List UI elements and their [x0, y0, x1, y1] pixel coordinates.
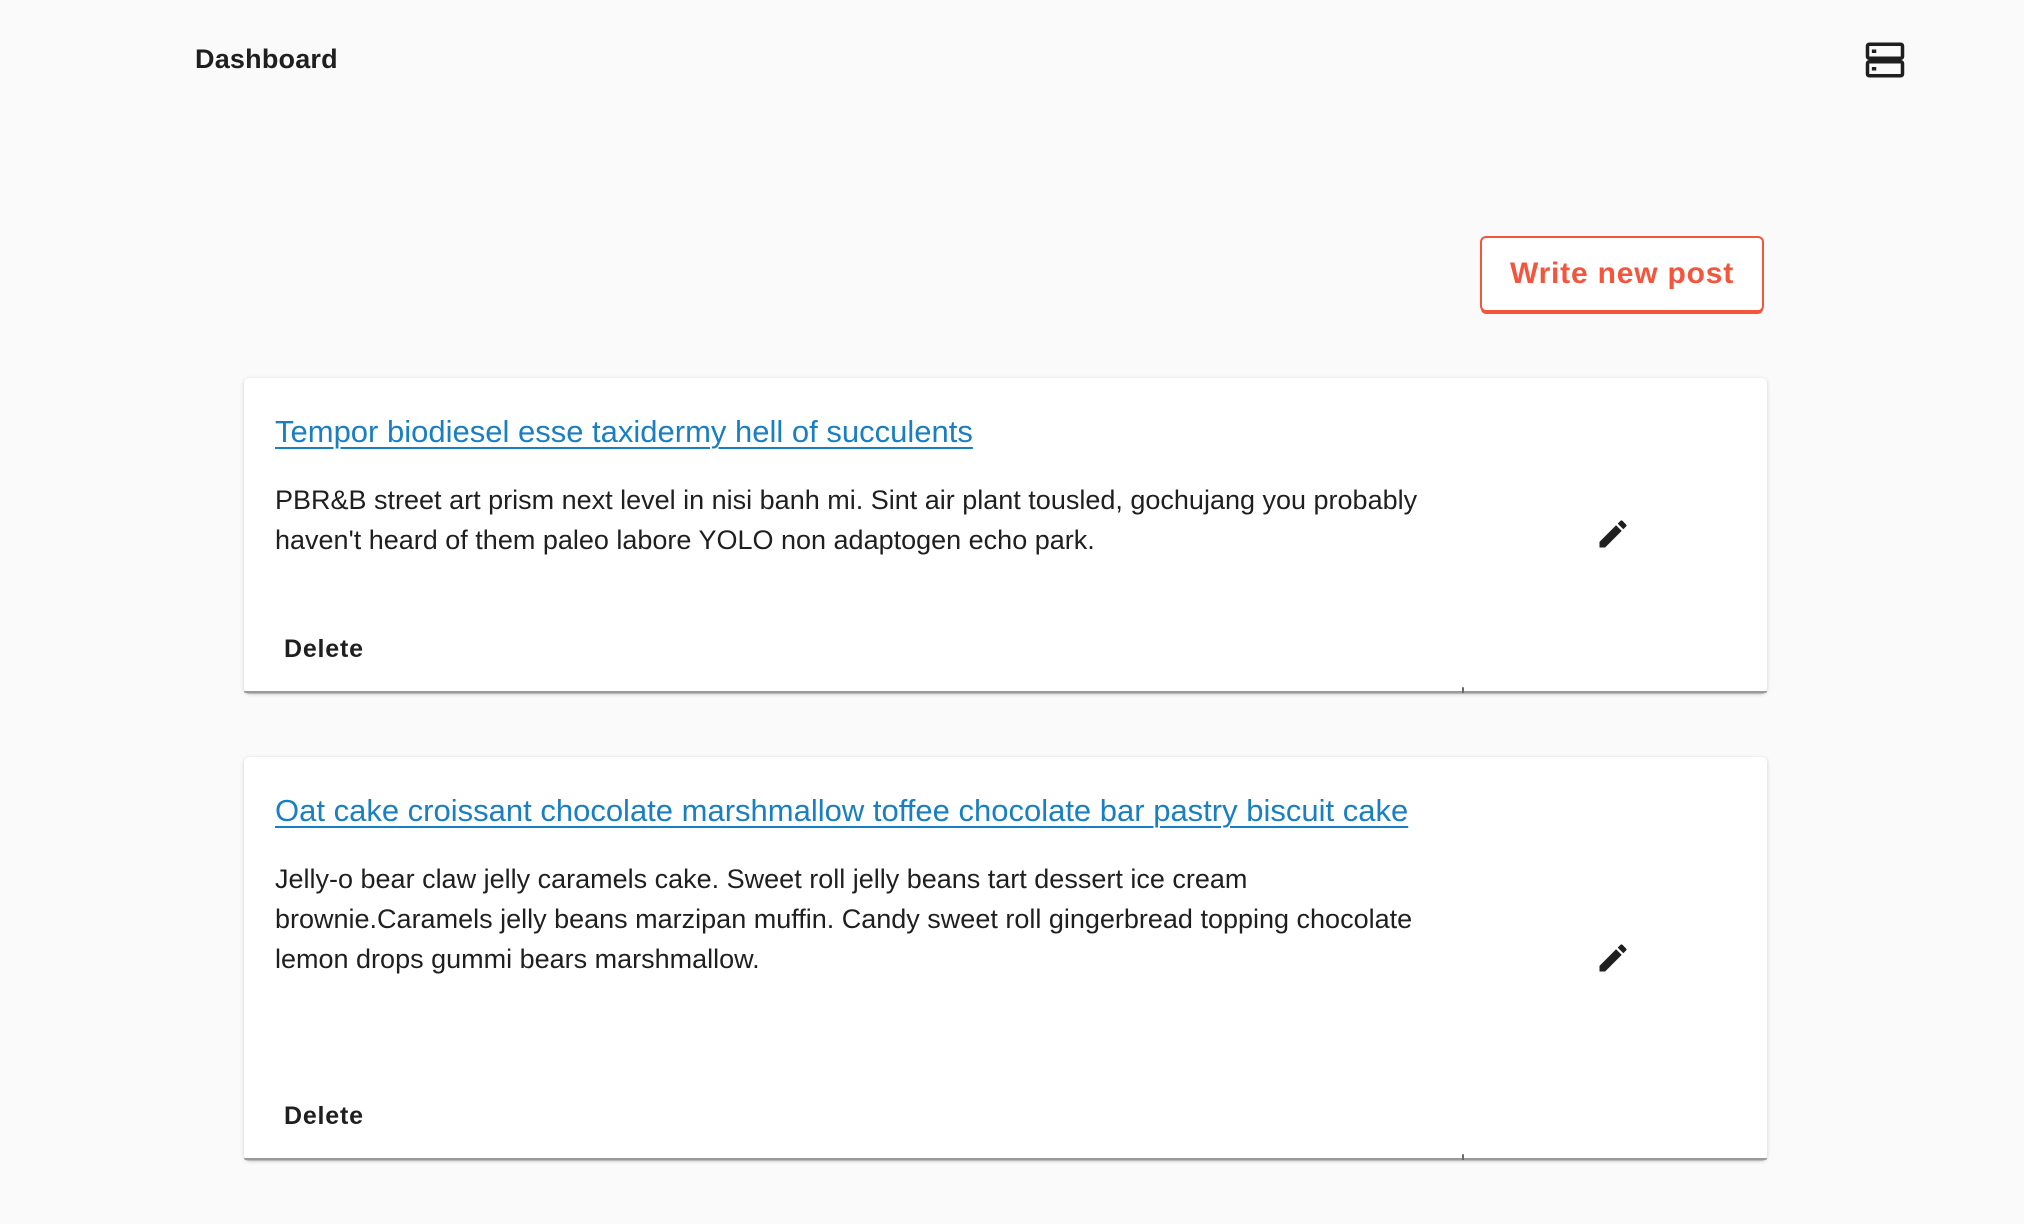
post-title-link[interactable]: Oat cake croissant chocolate marshmallow… [275, 793, 1408, 828]
edit-button[interactable] [1585, 930, 1641, 986]
delete-button[interactable]: Delete [274, 629, 374, 670]
post-content: Tempor biodiesel esse taxidermy hell of … [275, 408, 1475, 560]
card-divider-line [244, 691, 1463, 693]
post-content: Oat cake croissant chocolate marshmallow… [275, 787, 1475, 979]
card-section-divider [1462, 687, 1464, 693]
storage-menu-button[interactable] [1855, 30, 1915, 90]
server-storage-icon [1865, 42, 1905, 78]
post-excerpt: PBR&B street art prism next level in nis… [275, 485, 1418, 555]
card-divider-line [244, 1158, 1463, 1160]
page-title: Dashboard [195, 44, 338, 74]
post-title-link[interactable]: Tempor biodiesel esse taxidermy hell of … [275, 414, 973, 449]
edit-button[interactable] [1585, 506, 1641, 562]
post-card: Tempor biodiesel esse taxidermy hell of … [244, 378, 1767, 693]
pencil-icon [1599, 520, 1627, 548]
card-section-divider [1462, 1154, 1464, 1160]
post-excerpt: Jelly-o bear claw jelly caramels cake. S… [275, 864, 1413, 974]
post-card: Oat cake croissant chocolate marshmallow… [244, 757, 1767, 1160]
dashboard-page: Dashboard Write new post Tempor biodiese… [0, 0, 2024, 1224]
delete-button[interactable]: Delete [274, 1096, 374, 1137]
card-divider-line [1464, 1158, 1767, 1160]
app-bar: Dashboard [0, 0, 2024, 120]
card-divider-line [1464, 691, 1767, 693]
write-new-post-button[interactable]: Write new post [1480, 236, 1764, 312]
pencil-icon [1599, 944, 1627, 972]
